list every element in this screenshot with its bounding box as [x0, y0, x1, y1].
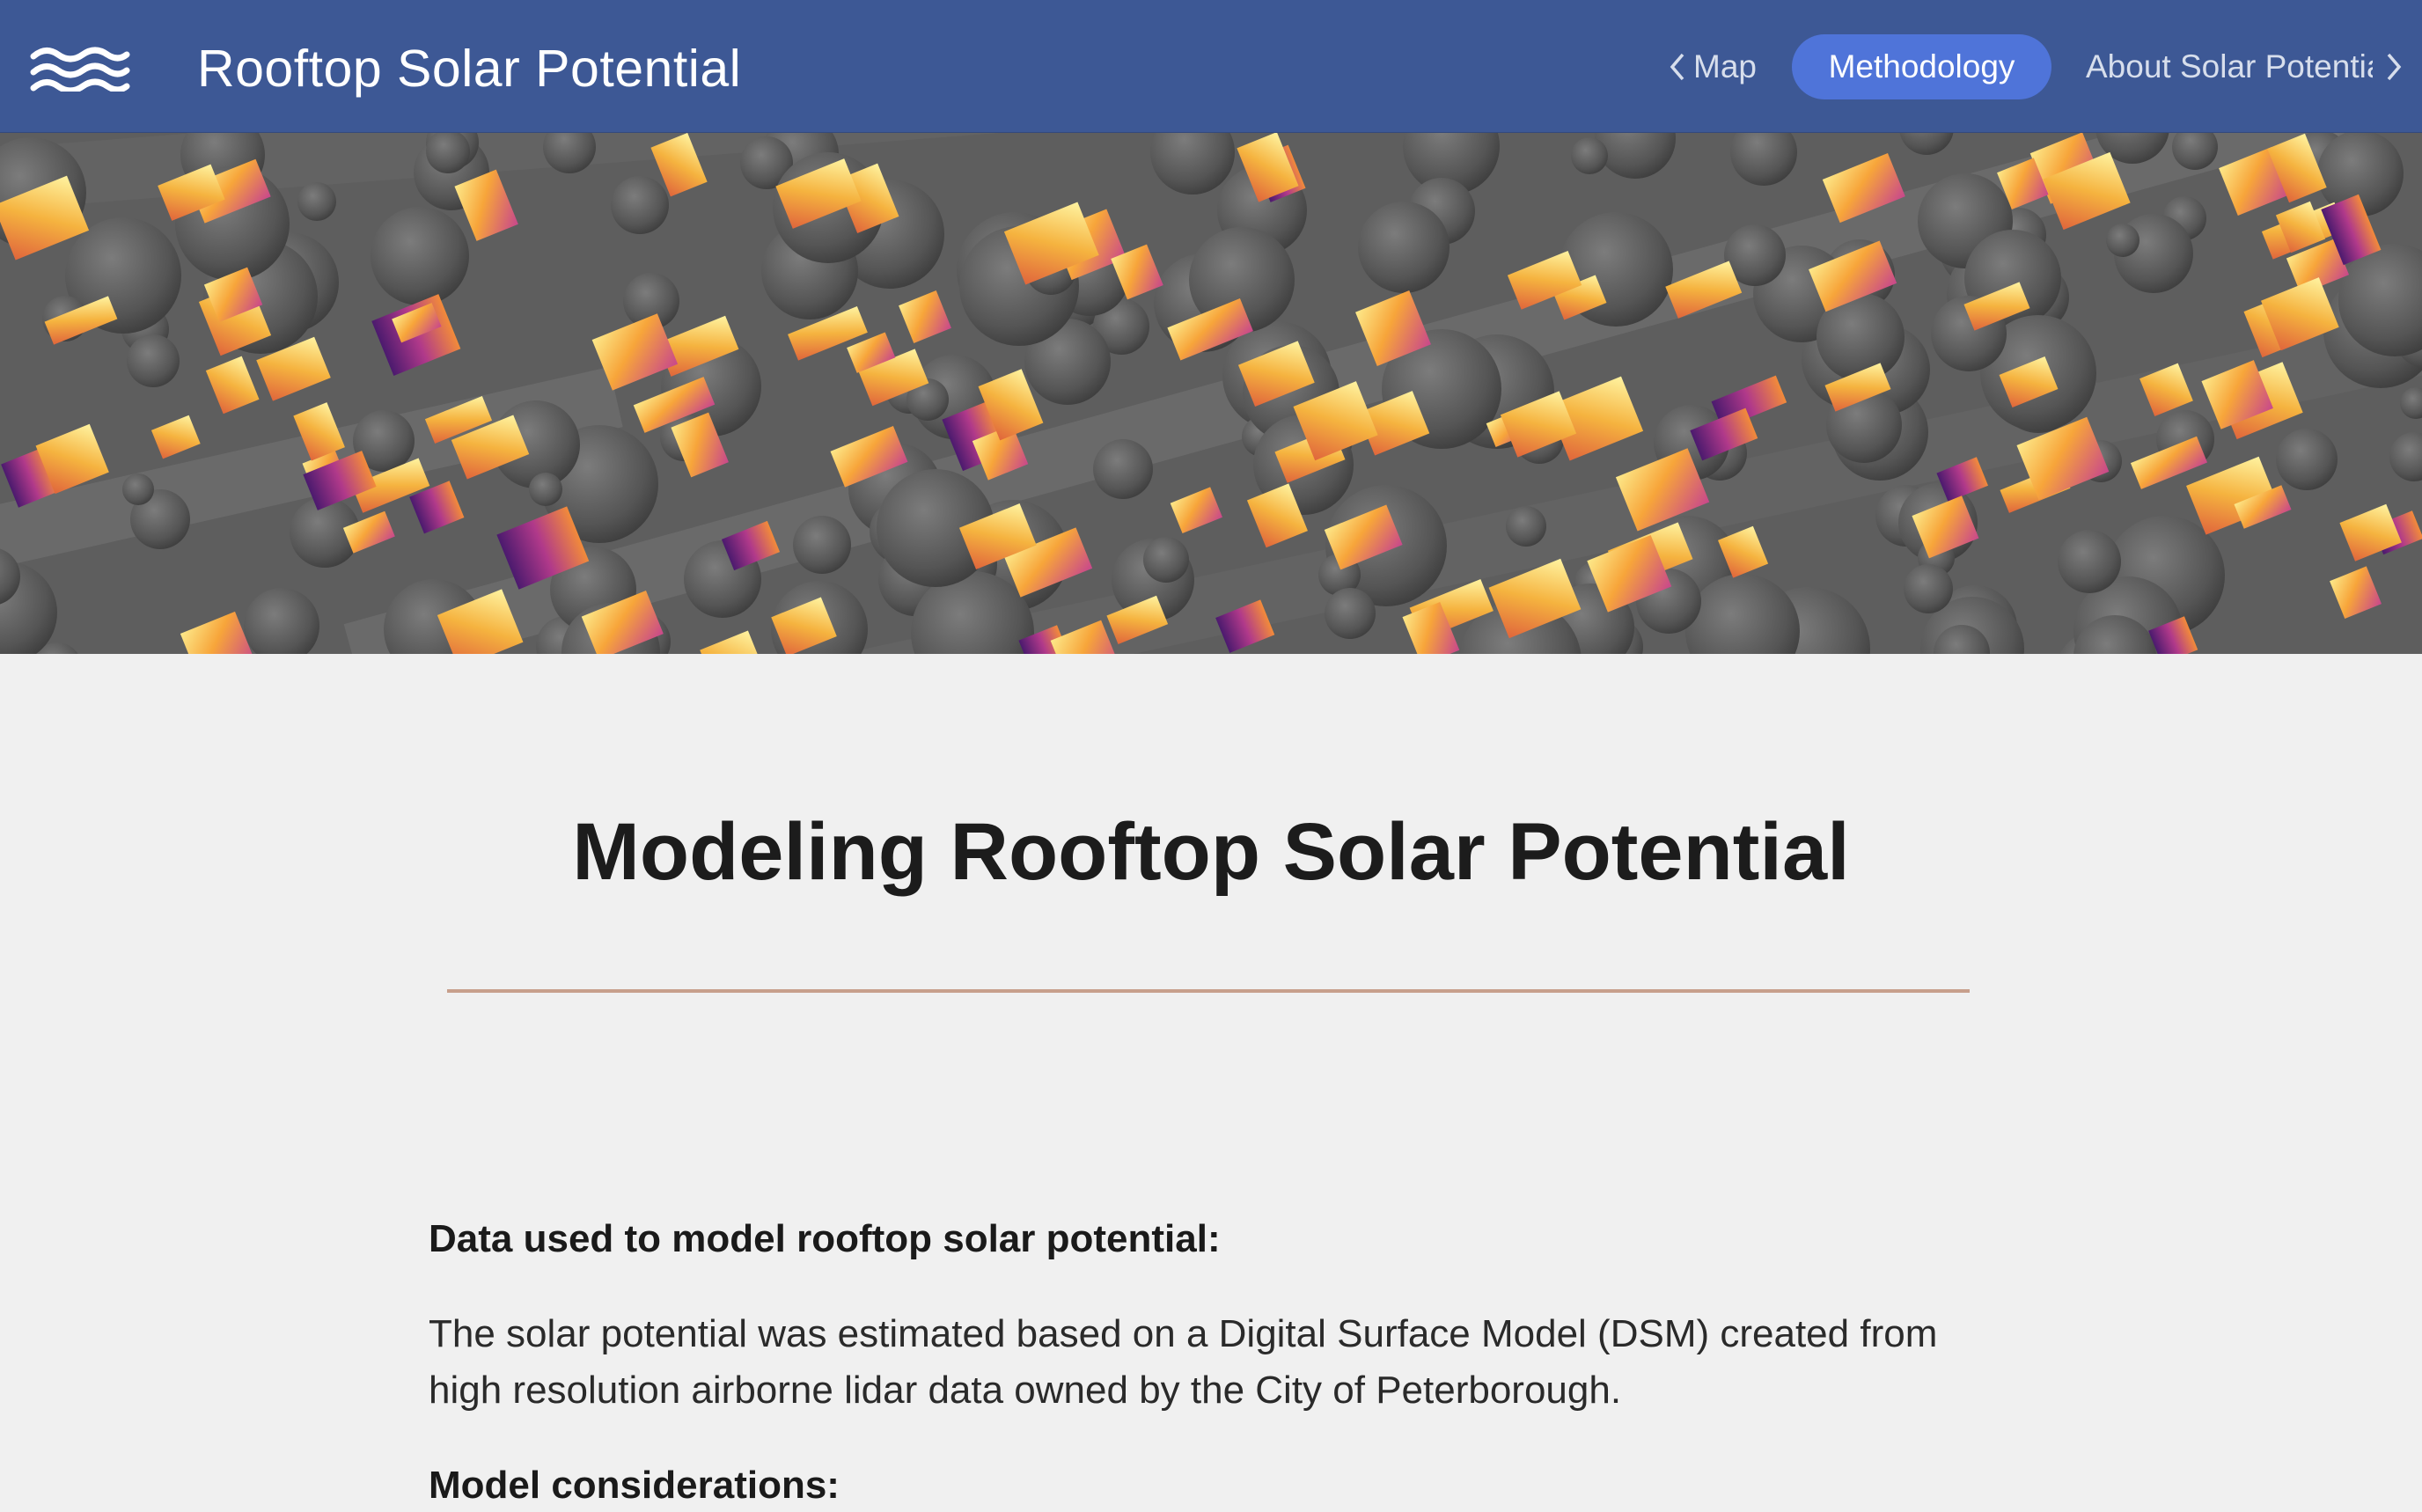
tree-canopy	[529, 473, 562, 506]
tab-methodology[interactable]: Methodology	[1792, 34, 2051, 99]
section-heading-data: Data used to model rooftop solar potenti…	[429, 1217, 1221, 1260]
tree-canopy	[1093, 439, 1153, 499]
tree-canopy	[1325, 588, 1376, 639]
section-heading-model-considerations: Model considerations:	[429, 1464, 840, 1507]
tree-canopy	[1571, 137, 1608, 174]
nav-next-label: About Solar Potentia	[2086, 48, 2373, 84]
tree-canopy	[1506, 506, 1546, 547]
tree-canopy	[2276, 429, 2338, 490]
section-body-data: The solar potential was estimated based …	[429, 1312, 1938, 1412]
tree-canopy	[793, 516, 851, 574]
nav-next-about[interactable]: About Solar Potentia	[2086, 39, 2422, 95]
tree-canopy	[297, 182, 336, 221]
hero-solar-map-image	[0, 133, 2422, 654]
nav-previous-map[interactable]: Map	[1667, 39, 1757, 95]
app-header: Rooftop Solar Potential Map Methodology …	[0, 0, 2422, 133]
tree-canopy	[2106, 224, 2139, 257]
tree-canopy	[1904, 564, 1953, 613]
tree-canopy	[122, 473, 154, 505]
app-title: Rooftop Solar Potential	[197, 40, 742, 98]
tree-canopy	[611, 176, 669, 234]
page-title: Modeling Rooftop Solar Potential	[572, 807, 1850, 897]
chevron-right-icon	[2383, 51, 2404, 83]
tree-canopy	[1358, 202, 1450, 293]
title-divider	[447, 989, 1970, 993]
tree-canopy	[1143, 537, 1189, 583]
waves-icon[interactable]	[30, 44, 130, 94]
tree-canopy	[371, 207, 469, 305]
nav-previous-label: Map	[1693, 48, 1757, 84]
tree-canopy	[127, 334, 180, 387]
tree-canopy	[2058, 530, 2121, 593]
chevron-left-icon	[1667, 51, 1688, 83]
